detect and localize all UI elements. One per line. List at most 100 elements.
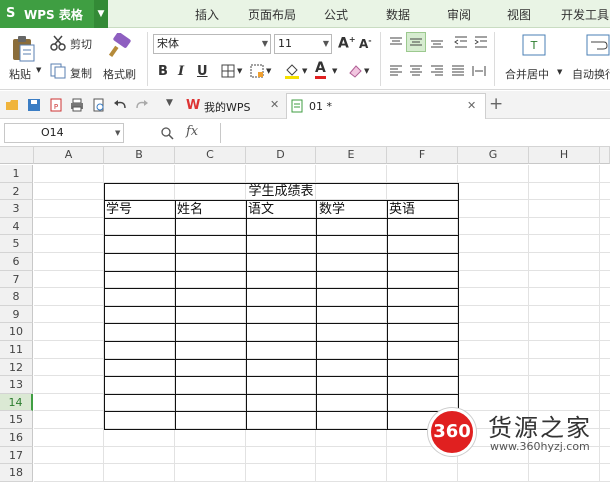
bold-icon[interactable]: B	[158, 64, 168, 79]
wrap-text-icon[interactable]	[586, 34, 610, 56]
row-header[interactable]: 15	[0, 411, 33, 429]
row-header[interactable]: 5	[0, 235, 33, 253]
italic-icon[interactable]: I	[178, 64, 184, 79]
chevron-down-icon[interactable]: ▼	[557, 68, 562, 76]
font-color-icon[interactable]: A	[315, 61, 326, 79]
formula-bar: O14 ▼ fx	[0, 120, 610, 147]
fill-pattern-icon[interactable]	[250, 64, 264, 78]
align-middle-button[interactable]	[406, 32, 426, 52]
increase-font-icon[interactable]: A+	[338, 35, 356, 52]
cut-button[interactable]: 剪切	[70, 36, 92, 52]
font-name-select[interactable]: 宋体 ▼	[153, 34, 271, 54]
row-header[interactable]: 18	[0, 464, 33, 482]
align-top-icon[interactable]	[389, 36, 403, 48]
wrap-text-button[interactable]: 自动换行	[572, 66, 610, 82]
header-english[interactable]: 英语	[389, 198, 415, 217]
header-student-id[interactable]: 学号	[106, 198, 132, 217]
merge-center-button[interactable]: 合并居中	[505, 66, 549, 82]
decrease-font-icon[interactable]: A-	[359, 36, 372, 51]
align-bottom-icon[interactable]	[430, 36, 444, 48]
select-all-corner[interactable]	[0, 147, 34, 164]
row-header[interactable]: 6	[0, 253, 33, 271]
doc-tab-active[interactable]: 01 * ✕	[286, 93, 486, 119]
row-header[interactable]: 11	[0, 341, 33, 359]
header-name[interactable]: 姓名	[177, 198, 203, 217]
row-header[interactable]: 8	[0, 288, 33, 306]
print-preview-icon[interactable]	[92, 98, 106, 112]
justify-icon[interactable]	[451, 65, 465, 77]
column-header[interactable]: H	[529, 147, 600, 164]
chevron-down-icon[interactable]: ▼	[94, 0, 108, 28]
insert-function-button[interactable]: fx	[186, 124, 198, 139]
row-header[interactable]: 9	[0, 305, 33, 324]
redo-icon[interactable]	[135, 98, 149, 112]
align-left-icon[interactable]	[389, 65, 403, 77]
align-right-icon[interactable]	[430, 65, 444, 77]
close-icon[interactable]: ✕	[467, 99, 476, 112]
row-header[interactable]: 14	[0, 393, 33, 412]
tab-data[interactable]: 数据	[386, 6, 410, 23]
format-painter-button[interactable]: 格式刷	[103, 66, 136, 82]
close-icon[interactable]: ✕	[270, 98, 279, 111]
row-header[interactable]: 1	[0, 165, 33, 183]
customize-quickbar-icon[interactable]: ▼	[166, 98, 173, 108]
row-header[interactable]: 10	[0, 323, 33, 341]
zoom-icon[interactable]	[160, 126, 174, 140]
chevron-down-icon[interactable]: ▼	[332, 67, 337, 75]
increase-indent-icon[interactable]	[474, 36, 488, 48]
table-title[interactable]: 学生成绩表	[104, 180, 458, 199]
column-header[interactable]	[600, 147, 610, 164]
tab-view[interactable]: 视图	[507, 6, 531, 23]
row-header[interactable]: 2	[0, 182, 33, 201]
tab-insert[interactable]: 插入	[195, 6, 219, 23]
paste-icon[interactable]	[10, 34, 36, 62]
paste-dropdown-icon[interactable]: ▼	[36, 66, 41, 74]
print-icon[interactable]	[70, 98, 84, 112]
tab-formulas[interactable]: 公式	[324, 6, 348, 23]
save-icon[interactable]	[27, 98, 41, 112]
row-header[interactable]: 12	[0, 358, 33, 377]
open-folder-icon[interactable]	[5, 98, 19, 112]
name-box[interactable]: O14 ▼	[4, 123, 124, 143]
chevron-down-icon[interactable]: ▼	[364, 67, 369, 75]
column-header[interactable]: F	[387, 147, 458, 164]
column-header[interactable]: E	[316, 147, 387, 164]
column-header[interactable]: D	[246, 147, 316, 164]
wps-app-menu-button[interactable]: S WPS 表格 ▼	[0, 0, 108, 28]
row-header[interactable]: 4	[0, 217, 33, 236]
chevron-down-icon[interactable]: ▼	[266, 67, 271, 75]
format-painter-icon[interactable]	[108, 33, 134, 59]
column-header[interactable]: G	[458, 147, 529, 164]
align-center-icon[interactable]	[409, 65, 423, 77]
tab-review[interactable]: 审阅	[447, 6, 471, 23]
fill-color-icon[interactable]	[284, 62, 300, 80]
row-header[interactable]: 17	[0, 446, 33, 465]
column-header[interactable]: A	[34, 147, 104, 164]
distribute-icon[interactable]	[472, 65, 486, 77]
header-math[interactable]: 数学	[319, 198, 345, 217]
column-header[interactable]: B	[104, 147, 175, 164]
chevron-down-icon[interactable]: ▼	[237, 67, 242, 75]
tab-page-layout[interactable]: 页面布局	[248, 6, 296, 23]
new-tab-icon[interactable]: +	[489, 94, 503, 114]
font-size-select[interactable]: 11 ▼	[274, 34, 332, 54]
tab-developer[interactable]: 开发工具	[561, 6, 609, 23]
export-pdf-icon[interactable]: P	[49, 98, 63, 112]
doc-tab-my-wps[interactable]: W 我的WPS ✕	[182, 94, 284, 118]
clear-format-icon[interactable]	[348, 63, 362, 79]
row-header[interactable]: 13	[0, 376, 33, 394]
borders-icon[interactable]	[221, 64, 235, 78]
column-header[interactable]: C	[175, 147, 246, 164]
undo-icon[interactable]	[113, 98, 127, 112]
decrease-indent-icon[interactable]	[454, 36, 468, 48]
chevron-down-icon[interactable]: ▼	[302, 67, 307, 75]
row-header[interactable]: 7	[0, 270, 33, 289]
merge-center-icon[interactable]: T	[522, 34, 546, 56]
paste-button[interactable]: 粘贴	[9, 66, 31, 82]
formula-input[interactable]	[220, 123, 610, 143]
copy-button[interactable]: 复制	[70, 65, 92, 81]
row-header[interactable]: 3	[0, 200, 33, 218]
header-chinese[interactable]: 语文	[248, 198, 274, 217]
underline-icon[interactable]: U	[197, 64, 208, 79]
row-header[interactable]: 16	[0, 429, 33, 447]
